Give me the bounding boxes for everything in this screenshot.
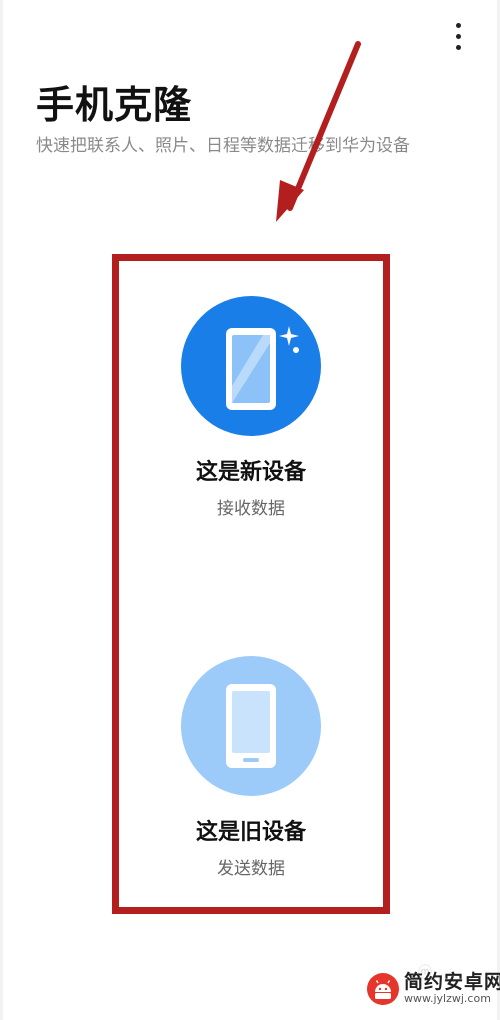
android-logo-icon (367, 973, 399, 1005)
annotation-arrow (276, 41, 361, 222)
new-device-sublabel: 接收数据 (217, 499, 285, 519)
new-device-icon (181, 296, 321, 436)
old-device-option[interactable]: 这是旧设备 发送数据 (119, 656, 383, 879)
more-dot-icon (455, 33, 461, 39)
old-device-label: 这是旧设备 (195, 820, 306, 845)
watermark-url: www.jylzwj.com (404, 992, 491, 1006)
more-dot-icon (455, 44, 461, 50)
site-watermark: 简约安卓网 www.jylzwj.com (366, 972, 500, 1006)
page-title: 手机克隆 (36, 83, 193, 127)
more-dot-icon (455, 22, 461, 28)
watermark-name: 简约安卓网 (404, 971, 500, 994)
new-device-label: 这是新设备 (195, 460, 306, 485)
old-device-sublabel: 发送数据 (217, 859, 285, 879)
page-edge-left (0, 0, 3, 1020)
old-device-icon (181, 656, 321, 796)
page-subtitle: 快速把联系人、照片、日程等数据迁移到华为设备 (36, 136, 410, 156)
more-options-button[interactable] (440, 14, 476, 58)
new-device-option[interactable]: 这是新设备 接收数据 (119, 296, 383, 519)
